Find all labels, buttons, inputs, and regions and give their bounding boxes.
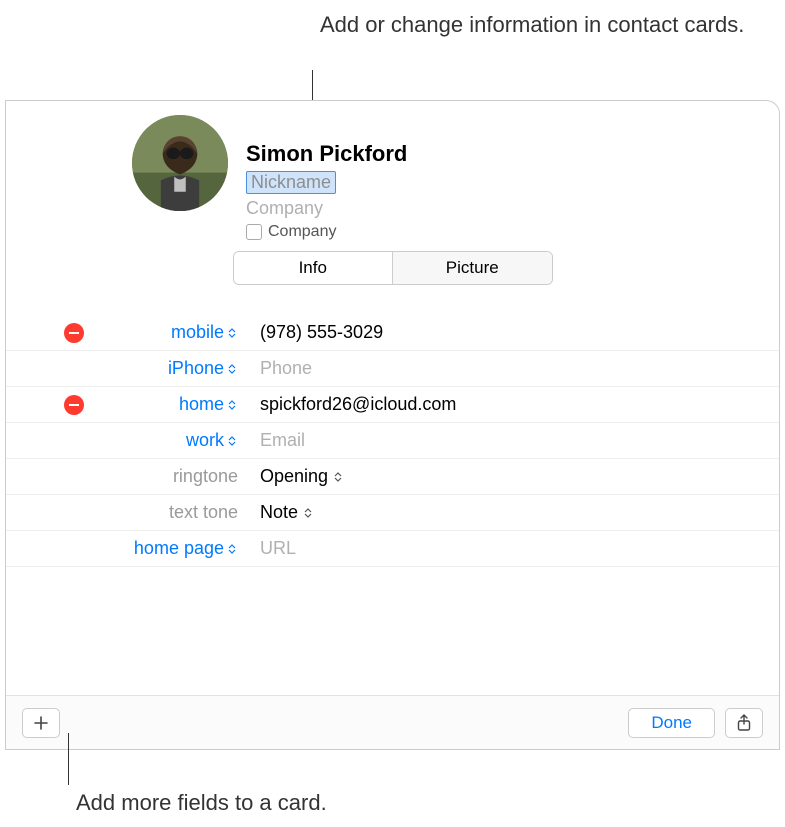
remove-field-button[interactable] <box>64 395 84 415</box>
field-label: work <box>186 430 224 451</box>
card-footer: Done <box>6 695 779 749</box>
company-checkbox-row: Company <box>246 223 407 241</box>
company-field[interactable]: Company <box>246 198 407 219</box>
field-value[interactable]: Phone <box>244 358 312 379</box>
info-picture-tabs: Info Picture <box>233 251 553 285</box>
share-icon <box>736 714 752 732</box>
contact-avatar[interactable] <box>132 115 228 211</box>
tab-picture[interactable]: Picture <box>392 252 552 284</box>
tab-info[interactable]: Info <box>234 252 393 284</box>
remove-field-button[interactable] <box>64 323 84 343</box>
field-value[interactable]: Email <box>244 430 305 451</box>
plus-icon <box>33 715 49 731</box>
field-row: mobile (978) 555-3029 <box>6 315 779 351</box>
field-label: home page <box>134 538 224 559</box>
name-block: Simon Pickford Nickname Company Company <box>246 115 407 251</box>
callout-line <box>68 733 69 785</box>
card-header: Simon Pickford Nickname Company Company <box>6 101 779 251</box>
field-label: home <box>179 394 224 415</box>
field-value[interactable]: Note <box>244 502 314 523</box>
field-label-popup[interactable]: home <box>94 394 244 415</box>
field-label: iPhone <box>168 358 224 379</box>
field-row: ringtone Opening <box>6 459 779 495</box>
contact-card-window: Simon Pickford Nickname Company Company … <box>5 100 780 750</box>
field-value[interactable]: (978) 555-3029 <box>244 322 383 343</box>
minus-icon <box>69 404 79 406</box>
field-value[interactable]: spickford26@icloud.com <box>244 394 456 415</box>
company-checkbox-label: Company <box>268 223 336 241</box>
field-label: mobile <box>171 322 224 343</box>
field-label-popup: text tone <box>94 502 244 523</box>
add-field-button[interactable] <box>22 708 60 738</box>
field-label-popup[interactable]: home page <box>94 538 244 559</box>
avatar-image <box>132 115 228 211</box>
field-label-popup[interactable]: work <box>94 430 244 451</box>
field-value[interactable]: URL <box>244 538 296 559</box>
callout-bottom: Add more fields to a card. <box>76 790 327 816</box>
minus-icon <box>69 332 79 334</box>
done-button[interactable]: Done <box>628 708 715 738</box>
field-label-popup: ringtone <box>94 466 244 487</box>
field-label-popup[interactable]: mobile <box>94 322 244 343</box>
field-value[interactable]: Opening <box>244 466 344 487</box>
fields-list: mobile (978) 555-3029 iPhone Phone home spick… <box>6 315 779 567</box>
field-row: home spickford26@icloud.com <box>6 387 779 423</box>
contact-name[interactable]: Simon Pickford <box>246 141 407 167</box>
company-checkbox[interactable] <box>246 224 262 240</box>
field-row: text tone Note <box>6 495 779 531</box>
field-row: iPhone Phone <box>6 351 779 387</box>
share-button[interactable] <box>725 708 763 738</box>
callout-top: Add or change information in contact car… <box>320 10 744 40</box>
field-row: home page URL <box>6 531 779 567</box>
field-label: ringtone <box>173 466 238 487</box>
field-label: text tone <box>169 502 238 523</box>
field-row: work Email <box>6 423 779 459</box>
field-label-popup[interactable]: iPhone <box>94 358 244 379</box>
nickname-field[interactable]: Nickname <box>246 171 336 194</box>
